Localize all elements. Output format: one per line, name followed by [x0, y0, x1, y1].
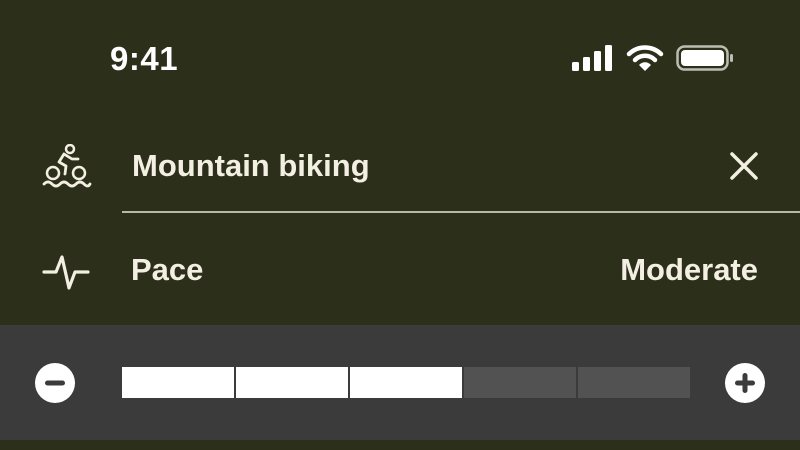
pace-segment-filled	[122, 367, 234, 398]
activity-pulse-icon	[42, 252, 90, 292]
close-icon	[729, 151, 759, 186]
activity-row[interactable]: Mountain biking	[0, 128, 800, 208]
pace-segment-empty	[464, 367, 576, 398]
decrease-pace-button[interactable]	[35, 363, 75, 403]
pace-stepper	[0, 325, 800, 440]
battery-icon	[676, 44, 734, 77]
pace-segment-filled	[350, 367, 462, 398]
pace-level-bar[interactable]	[122, 367, 690, 398]
activity-name: Mountain biking	[132, 148, 370, 183]
pace-row[interactable]: Pace Moderate	[0, 232, 800, 312]
pace-label: Pace	[131, 252, 204, 287]
pace-value: Moderate	[620, 252, 758, 287]
wifi-icon	[626, 44, 664, 77]
bottom-strip	[0, 440, 800, 450]
cycling-icon	[42, 143, 92, 190]
pace-segment-filled	[236, 367, 348, 398]
increase-pace-button[interactable]	[725, 363, 765, 403]
status-icons	[572, 44, 734, 77]
close-button[interactable]	[722, 146, 766, 190]
cellular-signal-icon	[572, 44, 614, 76]
status-bar: 9:41	[0, 0, 800, 120]
pace-segment-empty	[578, 367, 690, 398]
divider	[122, 211, 800, 213]
status-time: 9:41	[110, 40, 179, 77]
